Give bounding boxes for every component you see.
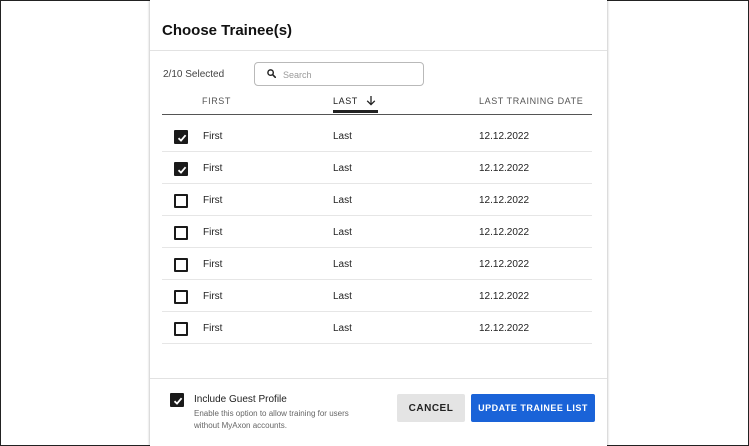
- include-guest-checkbox[interactable]: [170, 393, 184, 407]
- search-input[interactable]: [281, 66, 420, 84]
- trainee-row[interactable]: First Last 12.12.2022: [162, 120, 592, 152]
- trainee-row[interactable]: First Last 12.12.2022: [162, 312, 592, 344]
- sort-arrow-down-icon[interactable]: [366, 95, 376, 106]
- last-name-cell: Last: [333, 291, 352, 302]
- trainee-row[interactable]: First Last 12.12.2022: [162, 280, 592, 312]
- last-name-cell: Last: [333, 163, 352, 174]
- last-training-date-cell: 12.12.2022: [479, 259, 530, 270]
- first-name-cell: First: [203, 323, 223, 334]
- last-name-cell: Last: [333, 131, 352, 142]
- first-name-cell: First: [203, 163, 223, 174]
- first-name-cell: First: [203, 131, 223, 142]
- first-name-cell: First: [203, 227, 223, 238]
- cancel-button[interactable]: CANCEL: [397, 394, 465, 422]
- trainee-select-checkbox[interactable]: [174, 162, 188, 176]
- trainee-row[interactable]: First Last 12.12.2022: [162, 216, 592, 248]
- header-divider: [162, 114, 592, 115]
- last-training-date-cell: 12.12.2022: [479, 163, 530, 174]
- last-training-date-cell: 12.12.2022: [479, 291, 530, 302]
- last-name-cell: Last: [333, 259, 352, 270]
- last-name-cell: Last: [333, 195, 352, 206]
- last-training-date-cell: 12.12.2022: [479, 323, 530, 334]
- trainee-row[interactable]: First Last 12.12.2022: [162, 152, 592, 184]
- include-guest-help-text: Enable this option to allow training for…: [194, 409, 349, 430]
- last-name-cell: Last: [333, 323, 352, 334]
- trainee-select-checkbox[interactable]: [174, 194, 188, 208]
- checkmark-icon: [173, 397, 183, 405]
- trainee-select-checkbox[interactable]: [174, 226, 188, 240]
- title-divider: [150, 50, 607, 51]
- row-divider: [162, 343, 592, 344]
- trainee-select-checkbox[interactable]: [174, 322, 188, 336]
- selected-count: 2/10 Selected: [163, 69, 225, 80]
- search-box[interactable]: [254, 62, 424, 86]
- include-guest-label: Include Guest Profile: [194, 394, 287, 405]
- column-header-last[interactable]: LAST: [333, 96, 358, 106]
- first-name-cell: First: [203, 291, 223, 302]
- footer-divider: [150, 378, 607, 379]
- update-trainee-list-button[interactable]: UPDATE TRAINEE LIST: [471, 394, 595, 422]
- first-name-cell: First: [203, 195, 223, 206]
- trainee-select-checkbox[interactable]: [174, 258, 188, 272]
- column-header-last-training-date[interactable]: LAST TRAINING DATE: [479, 96, 583, 106]
- trainee-select-checkbox[interactable]: [174, 290, 188, 304]
- dialog-title: Choose Trainee(s): [162, 22, 293, 39]
- last-training-date-cell: 12.12.2022: [479, 195, 530, 206]
- last-name-cell: Last: [333, 227, 352, 238]
- last-training-date-cell: 12.12.2022: [479, 131, 530, 142]
- search-icon: [267, 69, 276, 78]
- column-header-first[interactable]: FIRST: [202, 96, 231, 106]
- last-training-date-cell: 12.12.2022: [479, 227, 530, 238]
- trainee-select-checkbox[interactable]: [174, 130, 188, 144]
- checkmark-icon: [177, 134, 187, 142]
- checkmark-icon: [177, 166, 187, 174]
- trainee-row[interactable]: First Last 12.12.2022: [162, 248, 592, 280]
- trainee-row[interactable]: First Last 12.12.2022: [162, 184, 592, 216]
- choose-trainees-dialog: Choose Trainee(s) 2/10 Selected FIRST LA…: [150, 0, 607, 446]
- sort-active-underline: [333, 110, 378, 113]
- first-name-cell: First: [203, 259, 223, 270]
